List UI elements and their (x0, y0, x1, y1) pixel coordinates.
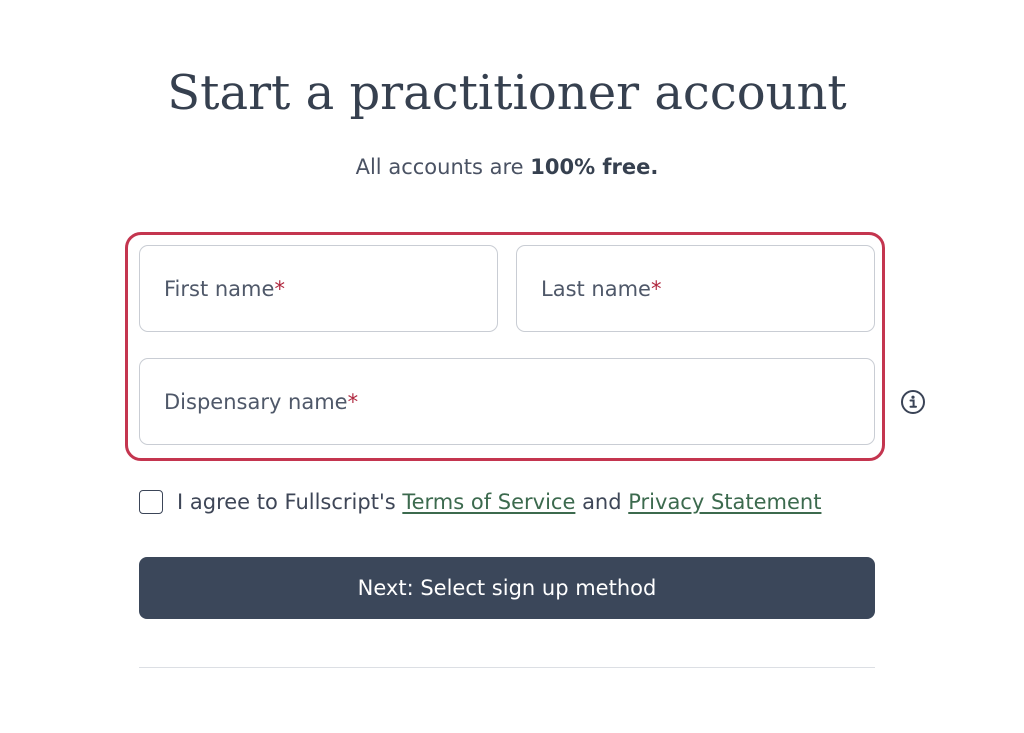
privacy-statement-link[interactable]: Privacy Statement (628, 490, 821, 514)
agreement-text-prefix: I agree to Fullscript's (177, 490, 403, 514)
next-button[interactable]: Next: Select sign up method (139, 557, 875, 619)
dispensary-name-placeholder: Dispensary name (164, 389, 348, 414)
subtitle-emphasis: 100% free. (530, 155, 659, 179)
last-name-placeholder: Last name (541, 276, 651, 301)
subtitle-text: All accounts are (355, 155, 531, 179)
last-name-field[interactable]: Last name * (516, 245, 875, 332)
dispensary-name-required-mark: * (347, 389, 359, 414)
first-name-placeholder: First name (164, 276, 275, 301)
first-name-field[interactable]: First name * (139, 245, 498, 332)
terms-of-service-link[interactable]: Terms of Service (402, 490, 575, 514)
agreement-row: I agree to Fullscript's Terms of Service… (139, 488, 821, 516)
divider (139, 667, 875, 668)
first-name-required-mark: * (274, 276, 285, 301)
dispensary-name-field[interactable]: Dispensary name * (139, 358, 875, 445)
page-title: Start a practitioner account (167, 65, 847, 121)
page-subtitle: All accounts are 100% free. (0, 153, 1014, 181)
agree-checkbox[interactable] (139, 490, 163, 514)
info-icon[interactable] (900, 389, 926, 415)
last-name-required-mark: * (650, 276, 662, 301)
agreement-text-and: and (575, 490, 629, 514)
